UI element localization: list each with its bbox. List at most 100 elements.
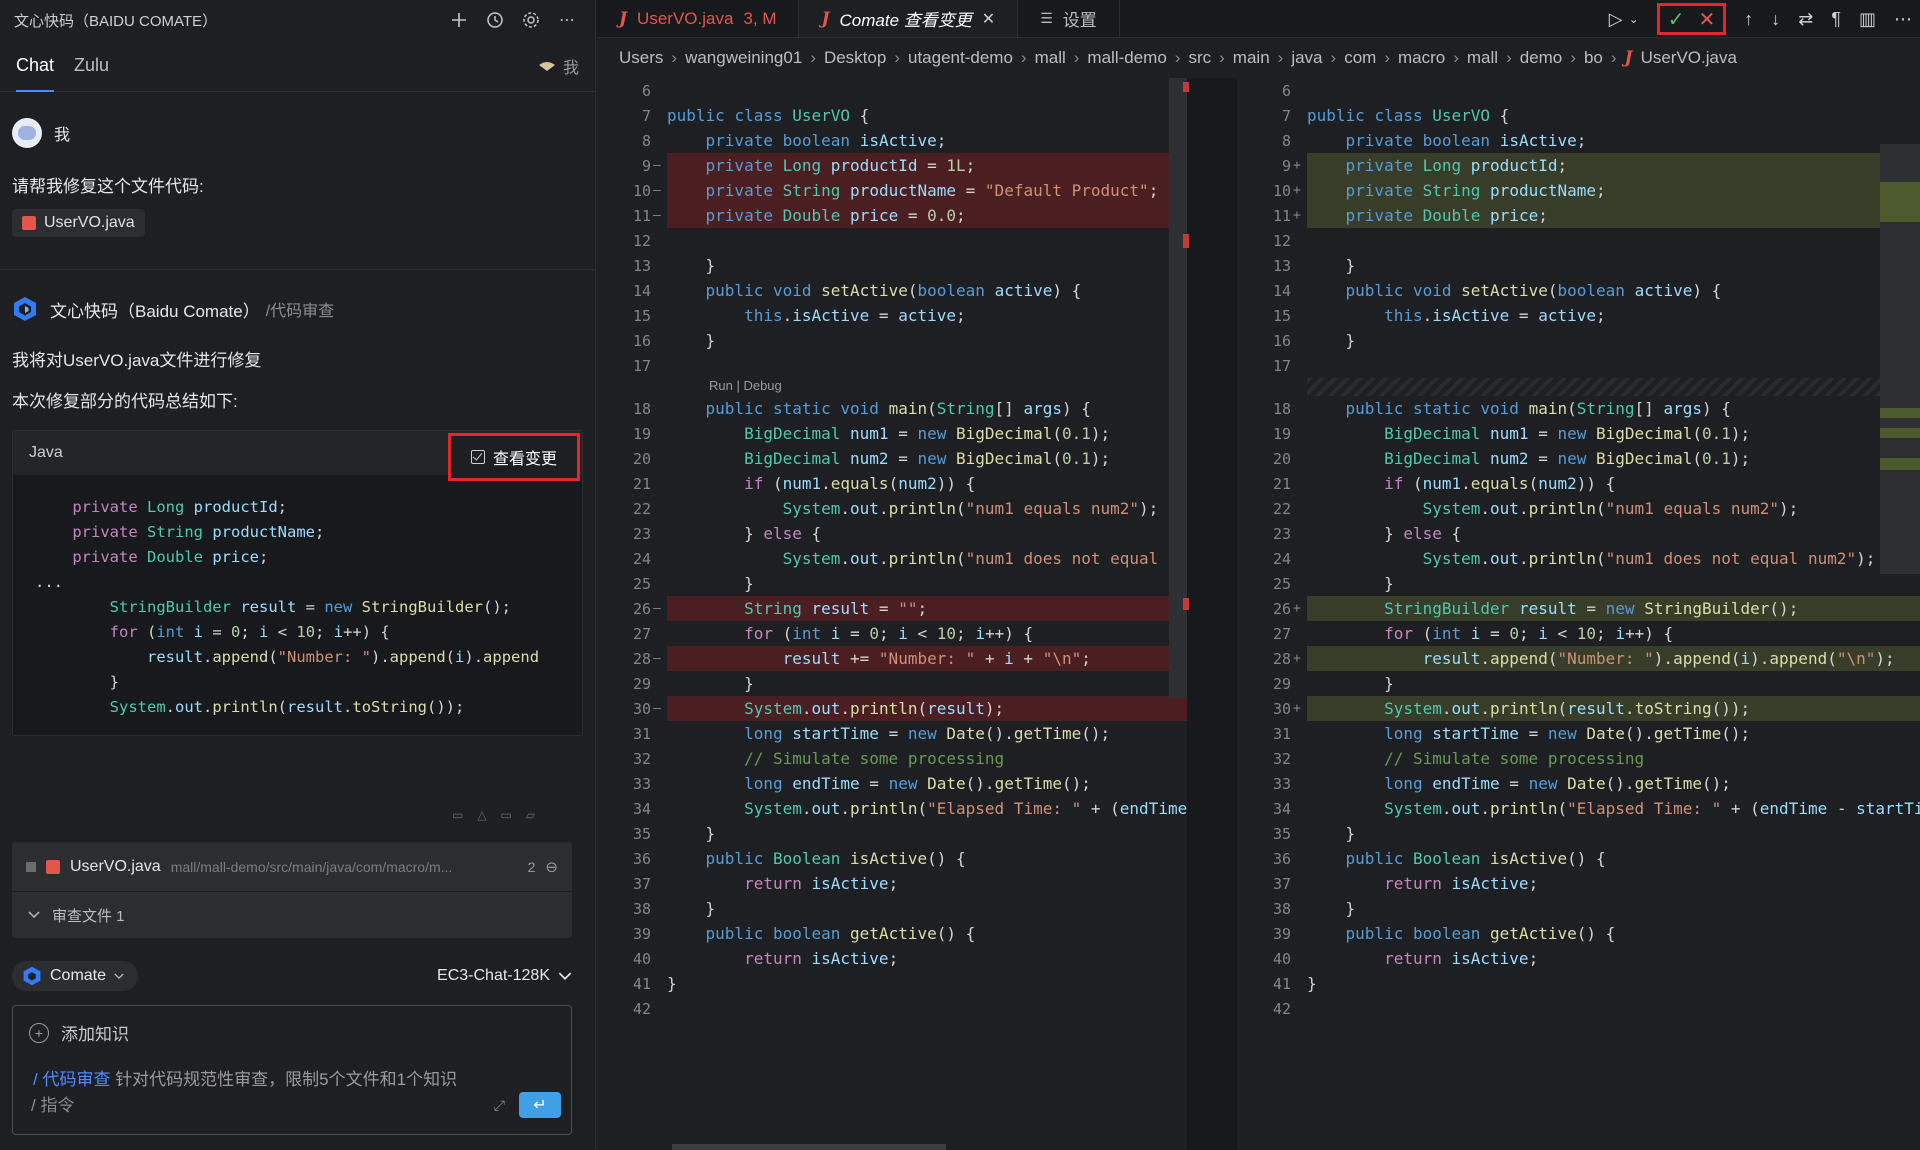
code-line[interactable]: 15 this.isActive = active; [1237, 303, 1920, 328]
feedback-icon[interactable]: ▱ [526, 808, 535, 822]
breadcrumb-item[interactable]: bo [1584, 48, 1603, 68]
code-line[interactable]: 31 long startTime = new Date().getTime()… [1237, 721, 1920, 746]
code-line[interactable]: 17 [1237, 353, 1920, 378]
code-line[interactable]: 36 public Boolean isActive() { [597, 846, 1187, 871]
chat-input[interactable]: + 添加知识 / 代码审查 针对代码规范性审查，限制5个文件和1个知识 / 指令… [12, 1005, 572, 1135]
code-line[interactable]: 33 long endTime = new Date().getTime(); [1237, 771, 1920, 796]
breadcrumb-item[interactable]: com [1344, 48, 1376, 68]
more-icon[interactable]: ⋯ [1894, 9, 1912, 30]
expand-icon[interactable]: ⤢ [494, 1097, 505, 1114]
code-line[interactable]: 40 return isActive; [1237, 946, 1920, 971]
code-line[interactable]: 17 [597, 353, 1187, 378]
code-line[interactable]: 27 for (int i = 0; i < 10; i++) { [597, 621, 1187, 646]
code-line[interactable]: 18 public static void main(String[] args… [1237, 396, 1920, 421]
code-line[interactable]: 21 if (num1.equals(num2)) { [597, 471, 1187, 496]
code-line[interactable]: 36 public Boolean isActive() { [1237, 846, 1920, 871]
code-line[interactable]: 33 long endTime = new Date().getTime(); [597, 771, 1187, 796]
history-icon[interactable] [481, 6, 509, 34]
code-line[interactable]: 29 } [597, 671, 1187, 696]
reject-changes-icon[interactable]: ✕ [1698, 7, 1715, 32]
code-line[interactable]: 20 BigDecimal num2 = new BigDecimal(0.1)… [597, 446, 1187, 471]
code-line[interactable]: 42 [1237, 996, 1920, 1021]
code-line[interactable]: 41} [1237, 971, 1920, 996]
review-files-toggle[interactable]: 审查文件 1 [12, 892, 572, 938]
thumbs-up-icon[interactable]: △ [477, 808, 486, 822]
code-line[interactable]: 28 + result.append("Number: ").append(i).… [1237, 646, 1920, 671]
code-line[interactable]: 25 } [1237, 571, 1920, 596]
code-line[interactable]: 31 long startTime = new Date().getTime()… [597, 721, 1187, 746]
info-icon[interactable]: ⊖ [545, 858, 558, 876]
code-line[interactable]: 7 public class UserVO { [1237, 103, 1920, 128]
code-line[interactable]: 7 public class UserVO { [597, 103, 1187, 128]
user-menu[interactable]: 我 [537, 54, 579, 78]
horizontal-scrollbar[interactable] [672, 1144, 946, 1150]
code-line[interactable]: 11 + private Double price; [1237, 203, 1920, 228]
tab-zulu[interactable]: Zulu [74, 40, 109, 92]
code-line[interactable]: 34 System.out.println("Elapsed Time: " +… [1237, 796, 1920, 821]
code-line[interactable]: 42 [597, 996, 1187, 1021]
code-line[interactable]: 13 } [1237, 253, 1920, 278]
breadcrumb-item[interactable]: UserVO.java [1641, 48, 1737, 68]
code-line[interactable]: 12 [1237, 228, 1920, 253]
code-line[interactable]: 32 // Simulate some processing [1237, 746, 1920, 771]
review-file-row[interactable]: UserVO.java mall/mall-demo/src/main/java… [12, 842, 572, 892]
tab-uservo[interactable]: J UserVO.java 3, M [597, 0, 800, 37]
code-line[interactable]: 12 [597, 228, 1187, 253]
code-line[interactable]: 13 } [597, 253, 1187, 278]
code-line[interactable]: 41} [597, 971, 1187, 996]
code-line[interactable]: 35 } [597, 821, 1187, 846]
gear-icon[interactable] [517, 6, 545, 34]
breadcrumb-item[interactable]: Users [619, 48, 663, 68]
code-line[interactable]: 8 private boolean isActive; [597, 128, 1187, 153]
agent-selector[interactable]: Comate [12, 961, 139, 991]
code-line[interactable]: 9 + private Long productId; [1237, 153, 1920, 178]
breadcrumb-item[interactable]: demo [1520, 48, 1563, 68]
code-line[interactable]: 6 [597, 78, 1187, 103]
insert-icon[interactable]: ▭ [501, 808, 512, 822]
arrow-down-icon[interactable]: ↓ [1771, 9, 1780, 30]
code-line[interactable]: 39 public boolean getActive() { [1237, 921, 1920, 946]
tab-comate-changes[interactable]: J Comate 查看变更 ✕ [799, 0, 1019, 37]
code-line[interactable]: 6 [1237, 78, 1920, 103]
run-icon[interactable]: ▷ [1609, 9, 1623, 30]
tab-chat[interactable]: Chat [16, 40, 55, 92]
code-line[interactable]: 24 System.out.println("num1 does not equ… [597, 546, 1187, 571]
breadcrumb-item[interactable]: src [1188, 48, 1211, 68]
send-button[interactable]: ↵ [519, 1092, 561, 1118]
code-line[interactable]: 20 BigDecimal num2 = new BigDecimal(0.1)… [1237, 446, 1920, 471]
code-line[interactable]: 29 } [1237, 671, 1920, 696]
more-icon[interactable]: ⋯ [553, 6, 581, 34]
code-line[interactable]: 30 + System.out.println(result.toString()… [1237, 696, 1920, 721]
code-line[interactable]: 25 } [597, 571, 1187, 596]
breadcrumb-item[interactable]: Desktop [824, 48, 886, 68]
close-icon[interactable]: ✕ [982, 9, 995, 29]
code-line[interactable]: 26 + StringBuilder result = new StringBui… [1237, 596, 1920, 621]
code-line[interactable]: 19 BigDecimal num1 = new BigDecimal(0.1)… [1237, 421, 1920, 446]
code-line[interactable]: 10 + private String productName; [1237, 178, 1920, 203]
breadcrumb-item[interactable]: wangweining01 [685, 48, 802, 68]
code-line[interactable]: 14 public void setActive(boolean active)… [1237, 278, 1920, 303]
arrow-up-icon[interactable]: ↑ [1744, 9, 1753, 30]
code-line[interactable]: 22 System.out.println("num1 equals num2"… [597, 496, 1187, 521]
code-line[interactable]: 40 return isActive; [597, 946, 1187, 971]
accept-changes-icon[interactable]: ✓ [1668, 7, 1685, 32]
breadcrumb-item[interactable]: mall-demo [1087, 48, 1166, 68]
code-line[interactable]: 26— String result = ""; [597, 596, 1187, 621]
code-line[interactable]: 37 return isActive; [597, 871, 1187, 896]
code-line[interactable]: 16 } [1237, 328, 1920, 353]
view-changes-button[interactable]: 查看变更 [448, 433, 580, 481]
code-line[interactable]: 38 } [1237, 896, 1920, 921]
code-line[interactable]: 22 System.out.println("num1 equals num2"… [1237, 496, 1920, 521]
code-line[interactable]: 14 public void setActive(boolean active)… [597, 278, 1187, 303]
swap-icon[interactable]: ⇄ [1798, 9, 1813, 30]
codelens-run-debug[interactable]: Run | Debug [597, 378, 1187, 396]
breadcrumb-item[interactable]: mall [1035, 48, 1066, 68]
chevron-down-icon[interactable]: ⌄ [1629, 12, 1639, 26]
code-line[interactable]: 23 } else { [1237, 521, 1920, 546]
code-line[interactable]: 34 System.out.println("Elapsed Time: " +… [597, 796, 1187, 821]
code-line[interactable]: 21 if (num1.equals(num2)) { [1237, 471, 1920, 496]
plus-icon[interactable] [445, 6, 473, 34]
code-line[interactable]: 18 public static void main(String[] args… [597, 396, 1187, 421]
breadcrumb-item[interactable]: macro [1398, 48, 1445, 68]
code-line[interactable]: 8 private boolean isActive; [1237, 128, 1920, 153]
